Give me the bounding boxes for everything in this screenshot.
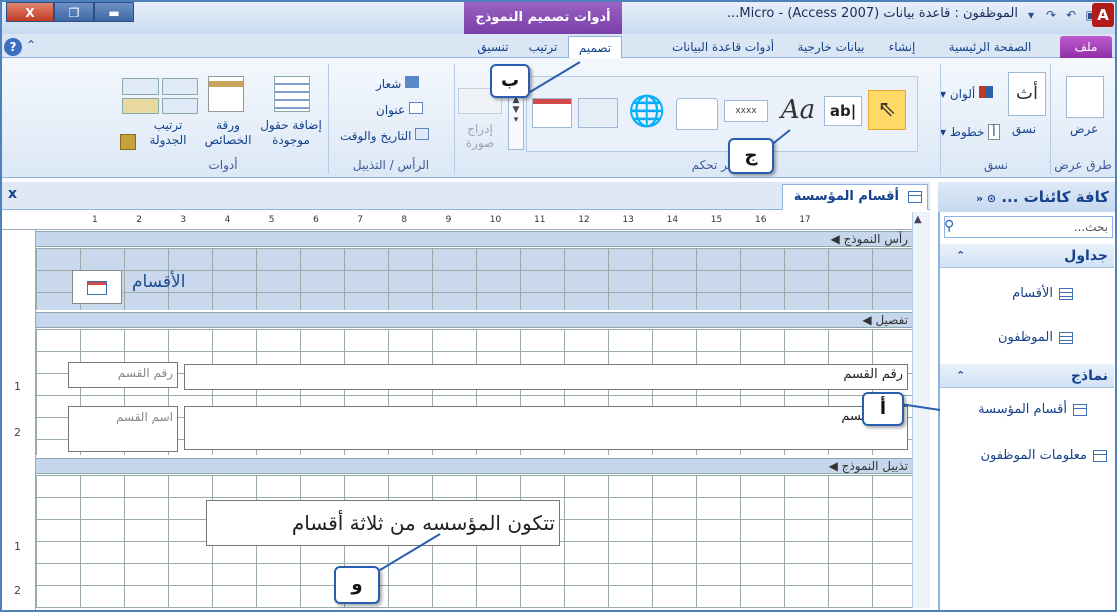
callout-pointer-b bbox=[529, 61, 581, 93]
callout-c: ج bbox=[728, 138, 774, 174]
callout-pointer-a bbox=[899, 403, 941, 411]
callout-pointers bbox=[379, 61, 941, 571]
callout-pointer-d bbox=[379, 533, 441, 571]
callout-b: ب bbox=[490, 64, 530, 98]
callout-a: أ bbox=[862, 392, 904, 426]
callout-d: و bbox=[334, 566, 380, 604]
